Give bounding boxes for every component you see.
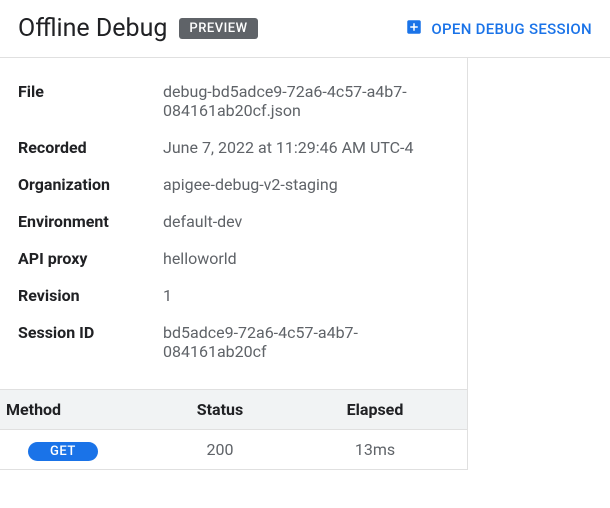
detail-label: Environment (18, 212, 163, 231)
detail-row-revision: Revision 1 (18, 286, 449, 305)
detail-value: apigee-debug-v2-staging (163, 175, 338, 194)
column-header-elapsed[interactable]: Elapsed (295, 400, 455, 419)
open-debug-session-button[interactable]: OPEN DEBUG SESSION (405, 18, 592, 40)
plus-box-icon (405, 18, 423, 40)
detail-row-apiproxy: API proxy helloworld (18, 249, 449, 268)
transaction-row[interactable]: GET 200 13ms (0, 430, 467, 470)
detail-label: API proxy (18, 249, 163, 268)
detail-value: helloworld (163, 249, 237, 268)
detail-value: 1 (163, 286, 172, 305)
cell-elapsed: 13ms (295, 440, 455, 459)
detail-label: Session ID (18, 323, 163, 361)
detail-value: June 7, 2022 at 11:29:46 AM UTC-4 (163, 138, 413, 157)
column-header-status[interactable]: Status (145, 400, 295, 419)
header-left: Offline Debug PREVIEW (18, 14, 258, 43)
detail-row-organization: Organization apigee-debug-v2-staging (18, 175, 449, 194)
cell-method: GET (0, 440, 145, 459)
detail-row-recorded: Recorded June 7, 2022 at 11:29:46 AM UTC… (18, 138, 449, 157)
detail-value: debug-bd5adce9-72a6-4c57-a4b7-084161ab20… (163, 82, 449, 120)
detail-label: Recorded (18, 138, 163, 157)
page-title: Offline Debug (18, 14, 167, 43)
detail-label: File (18, 82, 163, 120)
open-debug-session-label: OPEN DEBUG SESSION (431, 20, 592, 38)
content-wrapper: File debug-bd5adce9-72a6-4c57-a4b7-08416… (0, 58, 468, 470)
column-header-method[interactable]: Method (0, 400, 145, 419)
detail-label: Revision (18, 286, 163, 305)
detail-row-file: File debug-bd5adce9-72a6-4c57-a4b7-08416… (18, 82, 449, 120)
detail-row-environment: Environment default-dev (18, 212, 449, 231)
session-details: File debug-bd5adce9-72a6-4c57-a4b7-08416… (0, 58, 467, 389)
preview-badge: PREVIEW (179, 18, 257, 39)
http-method-badge: GET (28, 442, 98, 461)
detail-row-sessionid: Session ID bd5adce9-72a6-4c57-a4b7-08416… (18, 323, 449, 361)
detail-value: bd5adce9-72a6-4c57-a4b7-084161ab20cf (163, 323, 449, 361)
transactions-table-header: Method Status Elapsed (0, 389, 467, 430)
page-header: Offline Debug PREVIEW OPEN DEBUG SESSION (0, 0, 610, 58)
detail-value: default-dev (163, 212, 242, 231)
cell-status: 200 (145, 440, 295, 459)
detail-label: Organization (18, 175, 163, 194)
